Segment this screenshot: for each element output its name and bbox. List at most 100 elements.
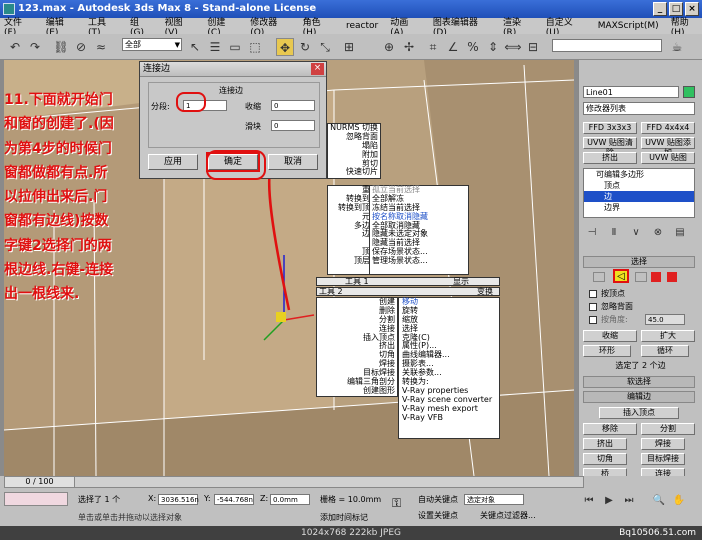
pin-stack-icon[interactable]: ⊣ xyxy=(583,224,601,242)
select-manipulate-icon[interactable]: ✢ xyxy=(400,38,418,56)
x-coord[interactable]: 3036.516n xyxy=(158,494,199,505)
ffd444-button[interactable]: FFD 4x4x4 xyxy=(641,122,695,134)
border-level-icon[interactable] xyxy=(635,272,647,282)
edge-level-icon[interactable]: ◁ xyxy=(613,269,629,283)
spinner-snap-icon[interactable]: ⇕ xyxy=(484,38,502,56)
select-object-icon[interactable]: ↖ xyxy=(186,38,204,56)
z-coord[interactable]: 0.0mm xyxy=(270,494,310,505)
pivot-center-icon[interactable]: ⊕ xyxy=(380,38,398,56)
show-end-result-icon[interactable]: Ⅱ xyxy=(605,224,623,242)
select-move-icon[interactable]: ✥ xyxy=(276,38,294,56)
stack-item-vertex[interactable]: 顶点 xyxy=(584,180,694,191)
configure-sets-icon[interactable]: ▤ xyxy=(671,224,689,242)
quad-header-row2: 工具 2 变换 xyxy=(316,287,500,296)
zoom-icon[interactable]: 🔍 xyxy=(650,492,668,510)
bind-space-warp-icon[interactable]: ≈ xyxy=(92,38,110,56)
select-rotate-icon[interactable]: ↻ xyxy=(296,38,314,56)
y-coord[interactable]: -544.768n xyxy=(214,494,254,505)
weld-button[interactable]: 焊接 xyxy=(641,438,685,450)
uvw-map-button[interactable]: UVW 贴图 xyxy=(641,152,695,164)
menu-item[interactable]: 管理场景状态... xyxy=(372,256,468,266)
uvw-add-button[interactable]: UVW 贴图添加 xyxy=(641,137,695,157)
unlink-icon[interactable]: ⊘ xyxy=(72,38,90,56)
extrude-mod-button[interactable]: 挤出 xyxy=(583,152,637,164)
render-icon[interactable]: ☕ xyxy=(668,38,686,56)
remove-modifier-icon[interactable]: ⊗ xyxy=(649,224,667,242)
rollout-soft-selection[interactable]: 软选择 xyxy=(583,376,695,388)
angle-snap-icon[interactable]: ∠ xyxy=(444,38,462,56)
remove-button[interactable]: 移除 xyxy=(583,423,637,435)
loop-button[interactable]: 循环 xyxy=(641,345,689,357)
reference-coord-icon[interactable]: ⊞ xyxy=(340,38,358,56)
apply-button[interactable]: 应用 xyxy=(148,154,198,170)
dialog-close-button[interactable]: × xyxy=(311,63,324,75)
grow-button[interactable]: 扩大 xyxy=(641,330,695,342)
element-level-icon[interactable] xyxy=(667,272,677,282)
menu-bar: 文件(F) 编辑(E) 工具(T) 组(G) 视图(V) 创建(C) 修改器(O… xyxy=(0,18,702,38)
annotation-line: 窗都有边线)按数 xyxy=(4,213,109,230)
minimize-button[interactable]: _ xyxy=(653,2,667,16)
header-tools2: 工具 2 xyxy=(319,287,343,296)
select-by-name-icon[interactable]: ☰ xyxy=(206,38,224,56)
stack-item-border[interactable]: 边界 xyxy=(584,202,694,213)
goto-end-icon[interactable]: ⏭ xyxy=(620,492,638,510)
split-button[interactable]: 分割 xyxy=(641,423,695,435)
add-time-tag[interactable]: 添加时间标记 xyxy=(320,512,368,523)
by-angle-checkbox[interactable] xyxy=(589,316,597,324)
named-selection-set[interactable] xyxy=(552,39,662,52)
snaps-toggle-icon[interactable]: ⌗ xyxy=(424,38,442,56)
time-slider[interactable]: 0 / 100 xyxy=(4,476,584,488)
angle-input[interactable]: 45.0 xyxy=(645,314,685,325)
by-vertex-checkbox[interactable] xyxy=(589,290,597,298)
object-name-field[interactable]: Line01 xyxy=(583,86,679,98)
stack-item-editable-poly[interactable]: 可编辑多边形 xyxy=(584,169,694,180)
set-key-button[interactable]: 设置关键点 xyxy=(418,510,458,521)
pan-icon[interactable]: ✋ xyxy=(670,492,688,510)
selection-info: 选择了 1 个 xyxy=(78,495,121,504)
extrude-button[interactable]: 挤出 xyxy=(583,438,627,450)
main-toolbar: ↶ ↷ ⛓ ⊘ ≈ ↖ ☰ ▭ ⬚ ✥ ↻ ⤡ ⊞ ⊕ ✢ ⌗ ∠ % ⇕ ⟺ … xyxy=(0,34,702,60)
auto-key-button[interactable]: 自动关键点 xyxy=(418,494,458,505)
modifier-list-dropdown[interactable]: 修改器列表 xyxy=(583,102,695,115)
menu-item[interactable]: 快速切片 xyxy=(328,168,378,177)
menu-item[interactable]: 创建图形 xyxy=(317,386,395,396)
slide-input[interactable]: 0 xyxy=(271,120,315,131)
rollout-edit-edges[interactable]: 编辑边 xyxy=(583,391,695,403)
menu-maxscript[interactable]: MAXScript(M) xyxy=(598,21,659,31)
uvw-clear-button[interactable]: UVW 贴图清除 xyxy=(583,137,637,157)
pinch-input[interactable]: 0 xyxy=(271,100,315,111)
key-filters-button[interactable]: 关键点过滤器... xyxy=(480,510,536,521)
menu-item[interactable]: V-Ray VFB xyxy=(402,413,499,423)
mirror-icon[interactable]: ⟺ xyxy=(504,38,522,56)
ffd333-button[interactable]: FFD 3x3x3 xyxy=(583,122,637,134)
chamfer-button[interactable]: 切角 xyxy=(583,453,627,465)
rollout-select[interactable]: 选择 xyxy=(583,256,695,268)
cancel-button[interactable]: 取消 xyxy=(268,154,318,170)
object-color-swatch[interactable] xyxy=(683,86,695,98)
percent-snap-icon[interactable]: % xyxy=(464,38,482,56)
select-scale-icon[interactable]: ⤡ xyxy=(316,38,334,56)
menu-reactor[interactable]: reactor xyxy=(346,21,378,31)
key-icon[interactable]: ⚿ xyxy=(392,496,401,511)
target-weld-button[interactable]: 目标焊接 xyxy=(641,453,685,465)
polygon-level-icon[interactable] xyxy=(651,272,661,282)
stack-item-edge[interactable]: 边 xyxy=(584,191,694,202)
selection-filter-dropdown[interactable]: 全部 xyxy=(122,38,182,51)
undo-icon[interactable]: ↶ xyxy=(6,38,24,56)
vertex-level-icon[interactable] xyxy=(593,272,605,282)
ignore-backface-checkbox[interactable] xyxy=(589,303,597,311)
insert-vertex-button[interactable]: 插入顶点 xyxy=(599,407,679,419)
rect-selection-icon[interactable]: ▭ xyxy=(226,38,244,56)
make-unique-icon[interactable]: ∨ xyxy=(627,224,645,242)
redo-icon[interactable]: ↷ xyxy=(26,38,44,56)
play-icon[interactable]: ▶ xyxy=(600,492,618,510)
link-icon[interactable]: ⛓ xyxy=(52,38,70,56)
maxscript-listener[interactable] xyxy=(4,492,68,506)
align-icon[interactable]: ⊟ xyxy=(524,38,542,56)
goto-start-icon[interactable]: ⏮ xyxy=(580,492,598,510)
window-crossing-icon[interactable]: ⬚ xyxy=(246,38,264,56)
shrink-button[interactable]: 收缩 xyxy=(583,330,637,342)
ring-button[interactable]: 环形 xyxy=(583,345,631,357)
time-slider-thumb[interactable]: 0 / 100 xyxy=(5,477,75,487)
key-mode-dropdown[interactable]: 选定对象 xyxy=(464,494,524,505)
